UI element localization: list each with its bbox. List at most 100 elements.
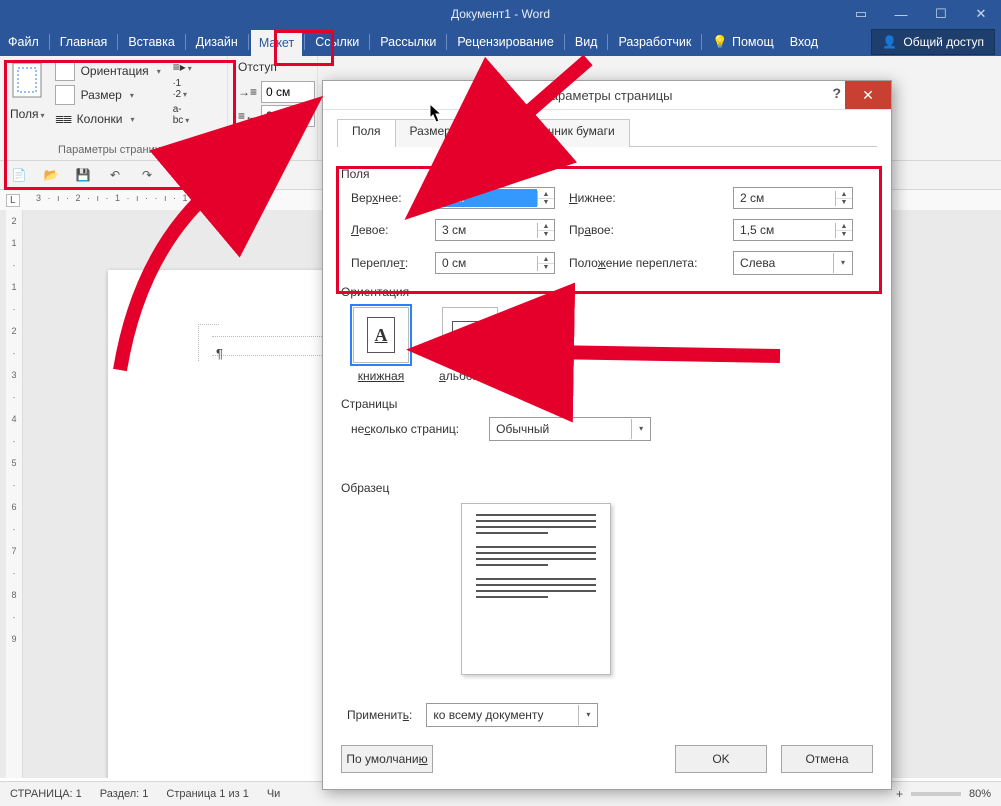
tab-review[interactable]: Рецензирование bbox=[449, 28, 562, 56]
preview-pane bbox=[461, 503, 611, 675]
preview-section-header: Образец bbox=[341, 481, 873, 495]
tab-developer[interactable]: Разработчик bbox=[610, 28, 699, 56]
paragraph-mark: ¶ bbox=[216, 346, 223, 361]
zoom-value[interactable]: 80% bbox=[969, 788, 991, 800]
dialog-help-icon[interactable]: ? bbox=[832, 85, 841, 101]
hyphenation-button[interactable]: a-bc▾ bbox=[173, 104, 192, 126]
dialog-title: Параметры страницы bbox=[541, 88, 672, 103]
zoom-control[interactable]: + 80% bbox=[896, 787, 991, 801]
undo-icon[interactable]: ↶ bbox=[106, 166, 124, 184]
status-page[interactable]: СТРАНИЦА: 1 bbox=[10, 788, 82, 800]
orientation-landscape[interactable]: A альбомная bbox=[439, 307, 501, 383]
columns-button[interactable]: ≣≣ Колонки▾ bbox=[55, 108, 161, 130]
combo-gutter-position[interactable]: Слева▾ bbox=[733, 251, 853, 275]
orientation-button[interactable]: Ориентация▾ bbox=[55, 60, 161, 82]
label-left: Левое: bbox=[351, 223, 421, 237]
signin-link[interactable]: Вход bbox=[782, 28, 826, 56]
dialog-launcher-pagesetup[interactable]: ↘ bbox=[209, 142, 223, 156]
dialog-titlebar[interactable]: Параметры страницы ? ✕ bbox=[323, 81, 891, 110]
orientation-icon bbox=[55, 61, 75, 81]
tab-insert[interactable]: Вставка bbox=[120, 28, 182, 56]
ok-button[interactable]: OK bbox=[675, 745, 767, 773]
maximize-icon[interactable]: ☐ bbox=[921, 0, 961, 28]
tab-selector[interactable]: L bbox=[6, 194, 20, 207]
portrait-icon: A bbox=[367, 317, 395, 353]
save-icon[interactable]: 💾 bbox=[74, 166, 92, 184]
ribbon-tabs: Файл Главная Вставка Дизайн Макет Ссылки… bbox=[0, 28, 1001, 56]
input-top-margin[interactable]: 2 см▲▼ bbox=[435, 187, 555, 209]
share-label: Общий доступ bbox=[903, 35, 984, 49]
ribbon-options-icon[interactable]: ▭ bbox=[841, 0, 881, 28]
margins-icon bbox=[10, 60, 44, 100]
tab-file[interactable]: Файл bbox=[0, 28, 47, 56]
tab-layout[interactable]: Макет bbox=[251, 28, 302, 56]
label-multipages: несколько страниц: bbox=[351, 422, 459, 436]
close-icon[interactable]: ✕ bbox=[961, 0, 1001, 28]
label-right: Правое: bbox=[569, 223, 719, 237]
page-setup-dialog: Параметры страницы ? ✕ Поля Размер бумаг… bbox=[322, 80, 892, 790]
breaks-button[interactable]: ≡▸▾ bbox=[173, 60, 192, 74]
status-chars[interactable]: Чи bbox=[267, 788, 280, 800]
size-button[interactable]: Размер▾ bbox=[55, 84, 161, 106]
tab-help[interactable]: 💡Помощ bbox=[704, 28, 781, 56]
margins-button[interactable]: Поля▾ bbox=[10, 60, 45, 121]
share-icon: 👤 bbox=[882, 35, 897, 49]
input-right-margin[interactable]: 1,5 см▲▼ bbox=[733, 219, 853, 241]
combo-multipages[interactable]: Обычный▾ bbox=[489, 417, 651, 441]
input-gutter[interactable]: 0 см▲▼ bbox=[435, 252, 555, 274]
vertical-ruler[interactable]: 21·1·2·3·4·5·6·7·8·9 bbox=[6, 210, 23, 778]
open-file-icon[interactable]: 📂 bbox=[42, 166, 60, 184]
quick-print-icon[interactable]: 🖶 bbox=[202, 166, 220, 184]
cancel-button[interactable]: Отмена bbox=[781, 745, 873, 773]
orientation-portrait[interactable]: A книжная bbox=[353, 307, 409, 383]
window-title: Документ1 - Word bbox=[451, 7, 550, 21]
size-icon bbox=[55, 85, 75, 105]
share-button[interactable]: 👤 Общий доступ bbox=[871, 29, 995, 55]
tab-home[interactable]: Главная bbox=[52, 28, 116, 56]
input-left-margin[interactable]: 3 см▲▼ bbox=[435, 219, 555, 241]
new-file-icon[interactable]: 📄 bbox=[10, 166, 28, 184]
fields-section-header: Поля bbox=[341, 167, 873, 181]
input-bottom-margin[interactable]: 2 см▲▼ bbox=[733, 187, 853, 209]
ruler-ticks: 3 · ı · 2 · ı · 1 · ı · · ı · 1 · ı · 2 bbox=[36, 193, 229, 203]
print-preview-icon[interactable]: 🔍 bbox=[170, 166, 188, 184]
tab-design[interactable]: Дизайн bbox=[188, 28, 246, 56]
line-numbers-button[interactable]: ∙1∙2▾ bbox=[173, 78, 192, 100]
window-titlebar: Документ1 - Word ▭ — ☐ ✕ bbox=[0, 0, 1001, 28]
zoom-in-icon[interactable]: + bbox=[896, 787, 903, 801]
dialog-tab-papersize[interactable]: Размер бумаги bbox=[395, 119, 508, 147]
zoom-slider[interactable] bbox=[911, 792, 961, 796]
label-gutter: Переплет: bbox=[351, 256, 421, 270]
redo-icon[interactable]: ↷ bbox=[138, 166, 156, 184]
status-section[interactable]: Раздел: 1 bbox=[100, 788, 149, 800]
label-apply: Применить: bbox=[347, 708, 412, 722]
minimize-icon[interactable]: — bbox=[881, 0, 921, 28]
landscape-icon: A bbox=[452, 321, 488, 349]
dialog-tab-fields[interactable]: Поля bbox=[337, 119, 396, 147]
pages-section-header: Страницы bbox=[341, 397, 873, 411]
tab-mailings[interactable]: Рассылки bbox=[372, 28, 444, 56]
label-gutter-pos: Положение переплета: bbox=[569, 256, 719, 270]
label-bottom: Нижнее: bbox=[569, 191, 719, 205]
combo-apply[interactable]: ко всему документу▾ bbox=[426, 703, 598, 727]
dialog-tabs: Поля Размер бумаги Источник бумаги bbox=[337, 118, 877, 147]
indent-header: Отступ bbox=[238, 60, 307, 74]
status-page-of[interactable]: Страница 1 из 1 bbox=[166, 788, 248, 800]
indent-left-input[interactable] bbox=[261, 81, 315, 103]
dialog-tab-papersource[interactable]: Источник бумаги bbox=[507, 119, 630, 147]
orientation-section-header: Ориентация bbox=[341, 285, 873, 299]
indent-left-field[interactable]: →≡ bbox=[238, 80, 307, 104]
table-icon[interactable]: ▦ bbox=[234, 166, 252, 184]
dialog-close-button[interactable]: ✕ bbox=[845, 81, 891, 109]
default-button[interactable]: По умолчанию bbox=[341, 745, 433, 773]
tab-references[interactable]: Ссылки bbox=[307, 28, 367, 56]
label-top: Верхнее: bbox=[351, 191, 421, 205]
tab-view[interactable]: Вид bbox=[567, 28, 606, 56]
indent-right-input[interactable] bbox=[261, 105, 315, 127]
ribbon-group-pagesetup: Поля▾ Ориентация▾ Размер▾ ≣≣ Колонки▾ bbox=[0, 56, 228, 160]
indent-right-icon: ≡← bbox=[238, 109, 257, 123]
columns-icon: ≣≣ bbox=[55, 112, 71, 126]
group-label-pagesetup: Параметры страницы bbox=[10, 142, 217, 160]
ribbon-group-indent: Отступ →≡ ≡← bbox=[228, 56, 318, 160]
indent-right-field[interactable]: ≡← bbox=[238, 104, 307, 128]
